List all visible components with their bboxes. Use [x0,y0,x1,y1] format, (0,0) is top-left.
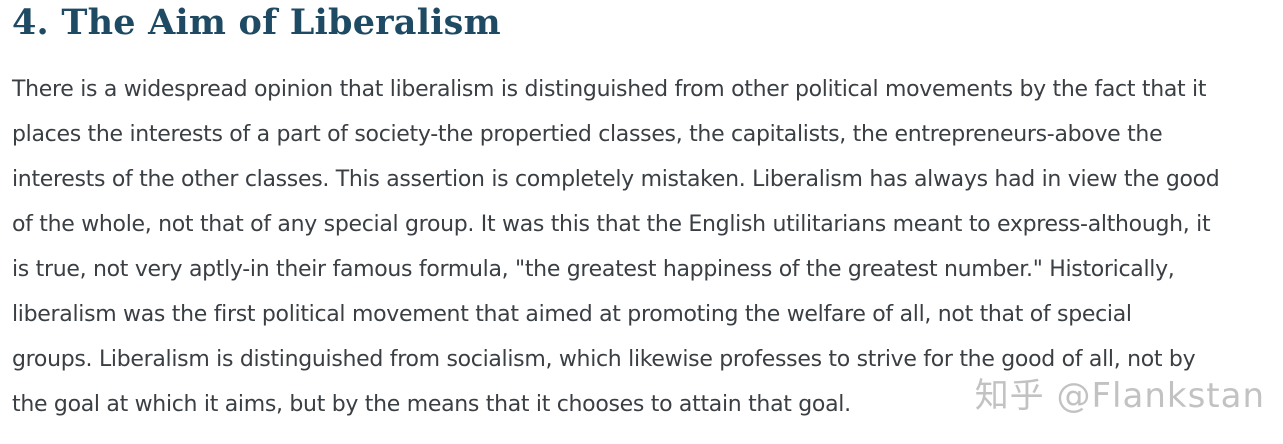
paragraph-line: interests of the other classes. This ass… [12,167,1220,192]
zhihu-watermark: 知乎 @Flankstan [974,376,1265,416]
paragraph-line: There is a widespread opinion that liber… [12,77,1207,102]
body-paragraph: There is a widespread opinion that liber… [12,67,1267,427]
paragraph-line: liberalism was the first political movem… [12,302,1132,327]
document-page: 4. The Aim of Liberalism There is a wide… [0,0,1283,444]
section-heading: 4. The Aim of Liberalism [12,2,501,43]
paragraph-line: of the whole, not that of any special gr… [12,212,1211,237]
paragraph-line: places the interests of a part of societ… [12,122,1163,147]
paragraph-line: is true, not very aptly-in their famous … [12,257,1175,282]
